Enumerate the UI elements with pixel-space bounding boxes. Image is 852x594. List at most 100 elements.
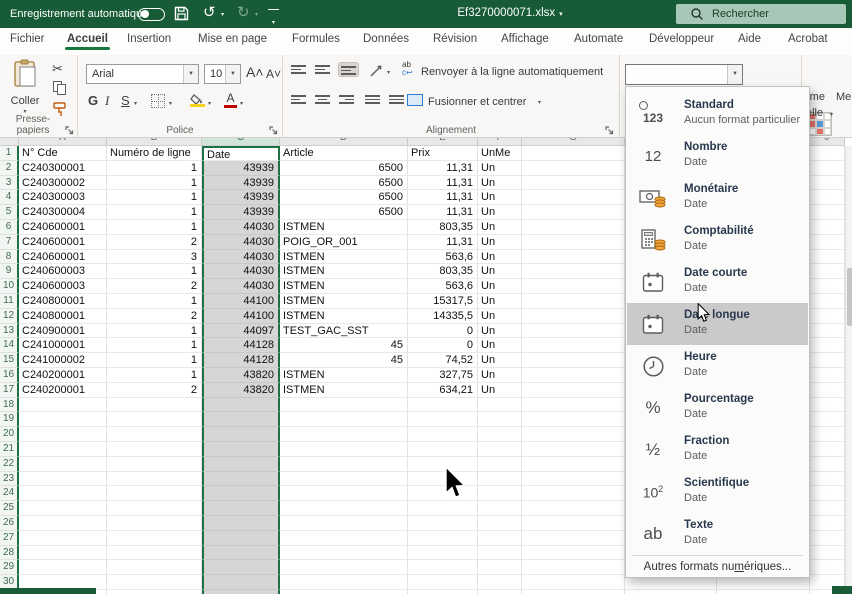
cell-G2[interactable] (522, 161, 625, 176)
cell-D22[interactable] (280, 457, 408, 472)
cell-F18[interactable] (478, 398, 522, 413)
cell-E29[interactable] (408, 560, 478, 575)
cell-E8[interactable]: 563,6 (408, 250, 478, 265)
cell-E26[interactable] (408, 516, 478, 531)
cell-J20[interactable] (810, 427, 845, 442)
cell-G21[interactable] (522, 442, 625, 457)
cell-B28[interactable] (107, 546, 202, 561)
cell-A19[interactable] (19, 412, 107, 427)
cell-F13[interactable]: Un (478, 324, 522, 339)
menu-item-date-courte[interactable]: Date courteDate (627, 261, 808, 303)
align-top-icon[interactable] (291, 63, 306, 76)
cell-I31[interactable] (717, 590, 810, 594)
cell-E1[interactable]: Prix (408, 146, 478, 161)
underline-caret-icon[interactable]: ▾ (134, 100, 137, 107)
cell-C22[interactable] (202, 457, 280, 472)
increase-font-size-button[interactable]: A˄ (246, 64, 264, 80)
cell-E18[interactable] (408, 398, 478, 413)
number-format-combobox[interactable]: ▼ (625, 64, 743, 85)
cell-B5[interactable]: 1 (107, 205, 202, 220)
cell-A22[interactable] (19, 457, 107, 472)
cell-A2[interactable]: C240300001 (19, 161, 107, 176)
tab-révision[interactable]: Révision (433, 33, 477, 45)
cell-E5[interactable]: 11,31 (408, 205, 478, 220)
cell-B17[interactable]: 2 (107, 383, 202, 398)
cell-G9[interactable] (522, 264, 625, 279)
cell-G3[interactable] (522, 176, 625, 191)
clipboard-dialog-launcher-icon[interactable] (65, 126, 74, 135)
cell-D5[interactable]: 6500 (280, 205, 408, 220)
fill-color-icon[interactable] (190, 92, 205, 107)
cell-A1[interactable]: N° Cde (19, 146, 107, 161)
cell-C16[interactable]: 43820 (202, 368, 280, 383)
cell-J4[interactable] (810, 190, 845, 205)
font-size-select[interactable]: 10▼ (204, 64, 241, 84)
cell-B4[interactable]: 1 (107, 190, 202, 205)
cell-J9[interactable] (810, 264, 845, 279)
cell-G31[interactable] (522, 590, 625, 594)
cell-C30[interactable] (202, 575, 280, 590)
cell-C18[interactable] (202, 398, 280, 413)
tab-insertion[interactable]: Insertion (127, 33, 171, 45)
cell-B27[interactable] (107, 531, 202, 546)
cell-F3[interactable]: Un (478, 176, 522, 191)
cell-B10[interactable]: 2 (107, 279, 202, 294)
chevron-down-icon[interactable]: ▼ (727, 65, 742, 84)
cell-J14[interactable] (810, 338, 845, 353)
cell-F9[interactable]: Un (478, 264, 522, 279)
cell-J23[interactable] (810, 472, 845, 487)
cell-J21[interactable] (810, 442, 845, 457)
cell-C20[interactable] (202, 427, 280, 442)
cell-J6[interactable] (810, 220, 845, 235)
row-header-3[interactable]: 3 (0, 176, 19, 191)
cell-J22[interactable] (810, 457, 845, 472)
cell-C8[interactable]: 44030 (202, 250, 280, 265)
cell-F5[interactable]: Un (478, 205, 522, 220)
cell-C6[interactable]: 44030 (202, 220, 280, 235)
cell-A20[interactable] (19, 427, 107, 442)
column-header-D[interactable]: D (280, 138, 408, 146)
cell-B3[interactable]: 1 (107, 176, 202, 191)
cell-F12[interactable]: Un (478, 309, 522, 324)
cell-B24[interactable] (107, 486, 202, 501)
cell-J16[interactable] (810, 368, 845, 383)
row-header-10[interactable]: 10 (0, 279, 19, 294)
vertical-scrollbar[interactable] (845, 146, 852, 594)
cell-D14[interactable]: 45 (280, 338, 408, 353)
column-header-B[interactable]: B (107, 138, 202, 146)
cell-F14[interactable]: Un (478, 338, 522, 353)
cell-G7[interactable] (522, 235, 625, 250)
menu-item-scientifique[interactable]: 102ScientifiqueDate (627, 471, 808, 513)
cell-A23[interactable] (19, 472, 107, 487)
cell-F28[interactable] (478, 546, 522, 561)
cell-B29[interactable] (107, 560, 202, 575)
tab-données[interactable]: Données (363, 33, 409, 45)
cell-J12[interactable] (810, 309, 845, 324)
cell-G19[interactable] (522, 412, 625, 427)
cell-F19[interactable] (478, 412, 522, 427)
menu-item-monétaire[interactable]: MonétaireDate (627, 177, 808, 219)
cell-F1[interactable]: UnMe (478, 146, 522, 161)
cell-C4[interactable]: 43939 (202, 190, 280, 205)
cell-F31[interactable] (478, 590, 522, 594)
save-icon[interactable] (174, 6, 189, 21)
cell-B9[interactable]: 1 (107, 264, 202, 279)
row-header-27[interactable]: 27 (0, 531, 19, 546)
cell-J29[interactable] (810, 560, 845, 575)
row-header-20[interactable]: 20 (0, 427, 19, 442)
cell-J18[interactable] (810, 398, 845, 413)
row-header-24[interactable]: 24 (0, 486, 19, 501)
cell-D24[interactable] (280, 486, 408, 501)
cell-E16[interactable]: 327,75 (408, 368, 478, 383)
row-header-13[interactable]: 13 (0, 324, 19, 339)
bold-button[interactable]: G (88, 93, 98, 109)
underline-button[interactable]: S (121, 93, 130, 109)
row-header-23[interactable]: 23 (0, 472, 19, 487)
cell-J5[interactable] (810, 205, 845, 220)
cell-C25[interactable] (202, 501, 280, 516)
cell-B19[interactable] (107, 412, 202, 427)
cell-G14[interactable] (522, 338, 625, 353)
tab-fichier[interactable]: Fichier (10, 33, 45, 45)
cell-G10[interactable] (522, 279, 625, 294)
cell-C9[interactable]: 44030 (202, 264, 280, 279)
